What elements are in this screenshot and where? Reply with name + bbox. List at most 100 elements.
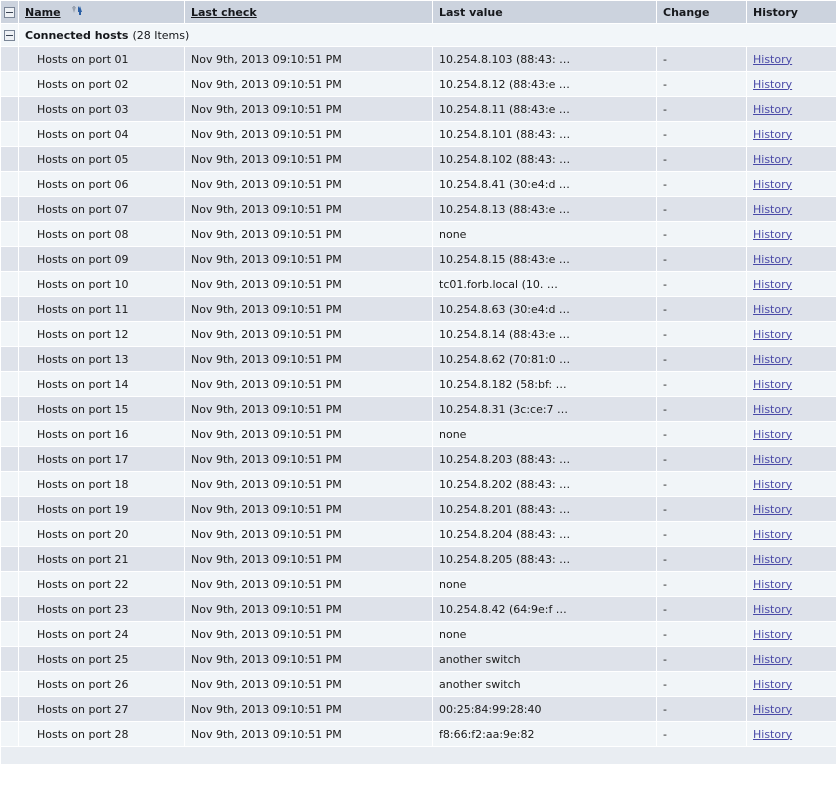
table-row: Hosts on port 27 Nov 9th, 2013 09:10:51 P… bbox=[1, 697, 836, 721]
sort-last-check-link[interactable]: Last check bbox=[191, 6, 257, 19]
row-last-check: Nov 9th, 2013 09:10:51 PM bbox=[185, 222, 432, 246]
collapse-all-icon[interactable] bbox=[4, 7, 15, 18]
history-link[interactable]: History bbox=[753, 553, 792, 566]
row-history-cell: History bbox=[747, 247, 836, 271]
row-select-cell[interactable] bbox=[1, 672, 18, 696]
row-select-cell[interactable] bbox=[1, 497, 18, 521]
row-select-cell[interactable] bbox=[1, 197, 18, 221]
row-select-cell[interactable] bbox=[1, 47, 18, 71]
row-select-cell[interactable] bbox=[1, 72, 18, 96]
row-change: - bbox=[657, 622, 746, 646]
history-link[interactable]: History bbox=[753, 278, 792, 291]
history-link[interactable]: History bbox=[753, 428, 792, 441]
history-link[interactable]: History bbox=[753, 178, 792, 191]
table-row: Hosts on port 04 Nov 9th, 2013 09:10:51 P… bbox=[1, 122, 836, 146]
history-link[interactable]: History bbox=[753, 728, 792, 741]
row-select-cell[interactable] bbox=[1, 622, 18, 646]
row-item-name: Hosts on port 23 bbox=[19, 597, 184, 621]
row-last-value: none bbox=[433, 222, 656, 246]
table-row: Hosts on port 18 Nov 9th, 2013 09:10:51 P… bbox=[1, 472, 836, 496]
row-select-cell[interactable] bbox=[1, 647, 18, 671]
header-name[interactable]: Name bbox=[19, 1, 184, 23]
row-select-cell[interactable] bbox=[1, 297, 18, 321]
table-row: Hosts on port 09 Nov 9th, 2013 09:10:51 P… bbox=[1, 247, 836, 271]
row-select-cell[interactable] bbox=[1, 697, 18, 721]
table-row: Hosts on port 02 Nov 9th, 2013 09:10:51 P… bbox=[1, 72, 836, 96]
sort-ascending-icon[interactable] bbox=[69, 5, 84, 17]
row-last-check: Nov 9th, 2013 09:10:51 PM bbox=[185, 122, 432, 146]
table-row: Hosts on port 24 Nov 9th, 2013 09:10:51 P… bbox=[1, 622, 836, 646]
minus-box-icon[interactable] bbox=[4, 30, 15, 41]
history-link[interactable]: History bbox=[753, 403, 792, 416]
row-select-cell[interactable] bbox=[1, 247, 18, 271]
history-link[interactable]: History bbox=[753, 528, 792, 541]
row-select-cell[interactable] bbox=[1, 397, 18, 421]
history-link[interactable]: History bbox=[753, 128, 792, 141]
row-last-value: 10.254.8.31 (3c:ce:7 … bbox=[433, 397, 656, 421]
footer-spacer bbox=[1, 747, 836, 764]
history-link[interactable]: History bbox=[753, 503, 792, 516]
row-select-cell[interactable] bbox=[1, 97, 18, 121]
history-link[interactable]: History bbox=[753, 378, 792, 391]
row-item-name: Hosts on port 07 bbox=[19, 197, 184, 221]
history-link[interactable]: History bbox=[753, 53, 792, 66]
row-select-cell[interactable] bbox=[1, 722, 18, 746]
table-row: Hosts on port 17 Nov 9th, 2013 09:10:51 P… bbox=[1, 447, 836, 471]
row-select-cell[interactable] bbox=[1, 147, 18, 171]
row-select-cell[interactable] bbox=[1, 372, 18, 396]
row-select-cell[interactable] bbox=[1, 322, 18, 346]
row-item-name: Hosts on port 15 bbox=[19, 397, 184, 421]
row-last-value: 10.254.8.41 (30:e4:d … bbox=[433, 172, 656, 196]
row-item-name: Hosts on port 01 bbox=[19, 47, 184, 71]
row-select-cell[interactable] bbox=[1, 172, 18, 196]
history-link[interactable]: History bbox=[753, 153, 792, 166]
row-last-check: Nov 9th, 2013 09:10:51 PM bbox=[185, 147, 432, 171]
history-link[interactable]: History bbox=[753, 678, 792, 691]
row-history-cell: History bbox=[747, 372, 836, 396]
row-select-cell[interactable] bbox=[1, 447, 18, 471]
row-history-cell: History bbox=[747, 572, 836, 596]
header-last-check[interactable]: Last check bbox=[185, 1, 432, 23]
row-select-cell[interactable] bbox=[1, 597, 18, 621]
group-row-connected-hosts: Connected hosts (28 Items) bbox=[1, 24, 836, 46]
history-link[interactable]: History bbox=[753, 203, 792, 216]
header-select-all-cell[interactable] bbox=[1, 1, 18, 23]
row-select-cell[interactable] bbox=[1, 122, 18, 146]
history-link[interactable]: History bbox=[753, 78, 792, 91]
history-link[interactable]: History bbox=[753, 228, 792, 241]
row-select-cell[interactable] bbox=[1, 472, 18, 496]
row-select-cell[interactable] bbox=[1, 522, 18, 546]
row-item-name: Hosts on port 02 bbox=[19, 72, 184, 96]
table-row: Hosts on port 07 Nov 9th, 2013 09:10:51 P… bbox=[1, 197, 836, 221]
row-last-value: 10.254.8.103 (88:43: … bbox=[433, 47, 656, 71]
history-link[interactable]: History bbox=[753, 628, 792, 641]
row-select-cell[interactable] bbox=[1, 272, 18, 296]
history-link[interactable]: History bbox=[753, 578, 792, 591]
row-select-cell[interactable] bbox=[1, 422, 18, 446]
header-last-value: Last value bbox=[433, 1, 656, 23]
history-link[interactable]: History bbox=[753, 653, 792, 666]
sort-name-link[interactable]: Name bbox=[25, 6, 61, 19]
row-last-check: Nov 9th, 2013 09:10:51 PM bbox=[185, 522, 432, 546]
history-link[interactable]: History bbox=[753, 703, 792, 716]
history-link[interactable]: History bbox=[753, 603, 792, 616]
row-history-cell: History bbox=[747, 722, 836, 746]
row-select-cell[interactable] bbox=[1, 222, 18, 246]
items-table: Name Last check Last value Change Histor… bbox=[0, 0, 836, 765]
row-last-check: Nov 9th, 2013 09:10:51 PM bbox=[185, 197, 432, 221]
row-select-cell[interactable] bbox=[1, 347, 18, 371]
history-link[interactable]: History bbox=[753, 453, 792, 466]
group-toggle-cell[interactable] bbox=[1, 24, 18, 46]
history-link[interactable]: History bbox=[753, 478, 792, 491]
history-link[interactable]: History bbox=[753, 253, 792, 266]
history-link[interactable]: History bbox=[753, 303, 792, 316]
row-last-check: Nov 9th, 2013 09:10:51 PM bbox=[185, 372, 432, 396]
history-link[interactable]: History bbox=[753, 353, 792, 366]
history-link[interactable]: History bbox=[753, 328, 792, 341]
row-select-cell[interactable] bbox=[1, 547, 18, 571]
history-link[interactable]: History bbox=[753, 103, 792, 116]
row-change: - bbox=[657, 172, 746, 196]
row-last-value: 10.254.8.12 (88:43:e … bbox=[433, 72, 656, 96]
row-select-cell[interactable] bbox=[1, 572, 18, 596]
row-last-value: none bbox=[433, 622, 656, 646]
